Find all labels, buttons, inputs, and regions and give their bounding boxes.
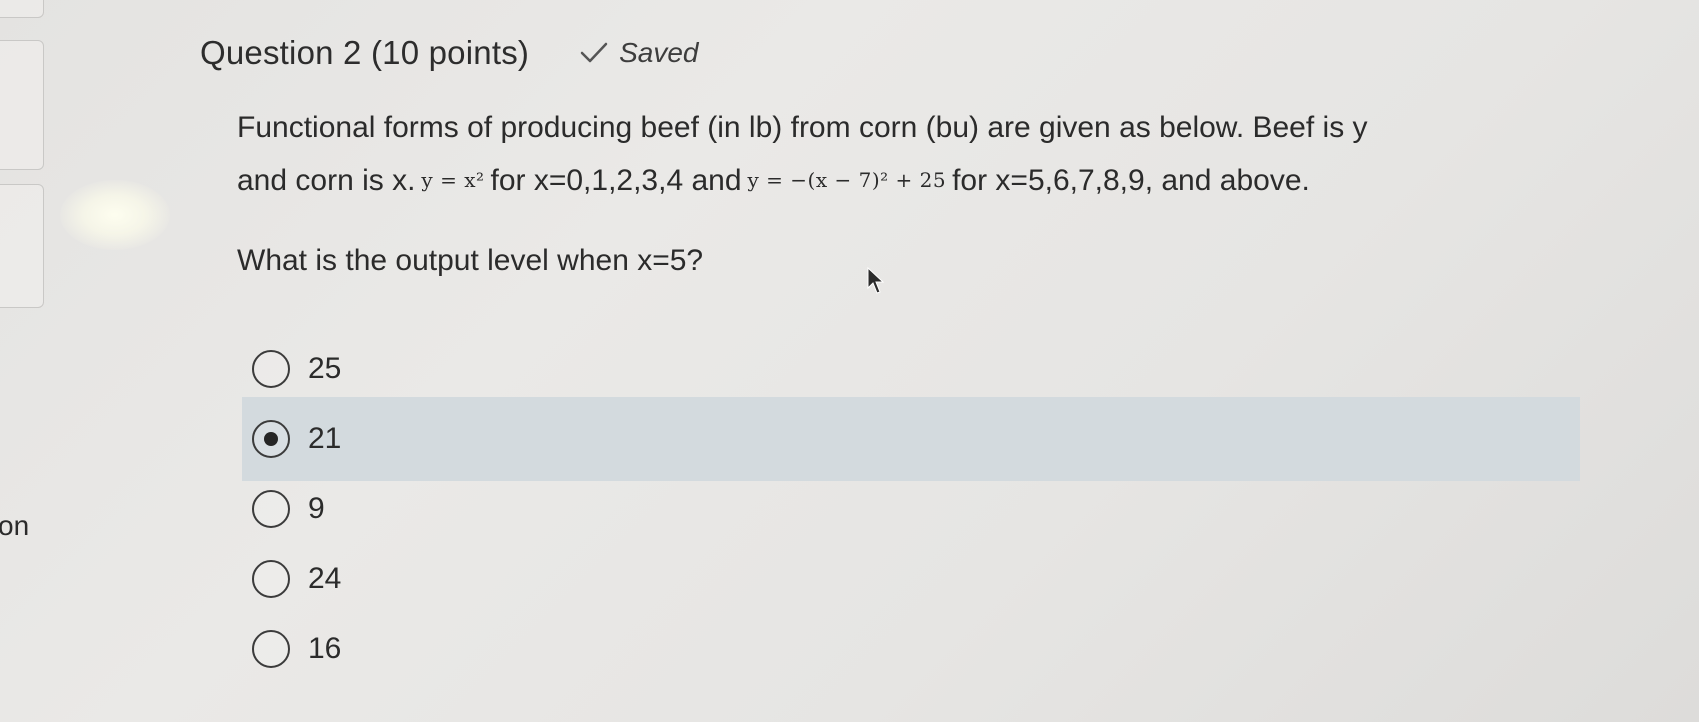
answer-option[interactable]: 25 bbox=[242, 334, 1582, 404]
radio-button[interactable] bbox=[252, 630, 290, 668]
question-text-line: and corn is x. y = x² for x=0,1,2,3,4 and y… bbox=[237, 154, 1607, 207]
sidebar-partial-label: on bbox=[0, 510, 30, 541]
question-text: and corn is x. bbox=[237, 164, 416, 197]
answer-label: 21 bbox=[308, 422, 342, 455]
question-text: Functional forms of producing beef (in l… bbox=[237, 111, 1368, 144]
question-prompt: What is the output level when x=5? bbox=[237, 244, 704, 277]
saved-status: Saved bbox=[579, 37, 699, 69]
answer-option-selected[interactable]: 21 bbox=[242, 397, 1580, 481]
answer-label: 16 bbox=[308, 632, 342, 665]
radio-button[interactable] bbox=[252, 350, 290, 388]
radio-button[interactable] bbox=[252, 560, 290, 598]
answer-option[interactable]: 16 bbox=[242, 614, 1582, 684]
question-text: for x=5,6,7,8,9, and above. bbox=[952, 164, 1310, 197]
screen-glare bbox=[60, 180, 170, 250]
mouse-cursor-icon bbox=[867, 266, 885, 294]
radio-dot-icon bbox=[264, 432, 278, 446]
formula-quadratic: y = x² bbox=[421, 168, 485, 192]
answer-option[interactable]: 24 bbox=[242, 544, 1582, 614]
answer-option[interactable]: 9 bbox=[242, 474, 1582, 544]
answer-label: 9 bbox=[308, 492, 325, 525]
sidebar-card bbox=[0, 0, 44, 18]
sidebar-question-card[interactable]: ʼ ⁄ bbox=[0, 184, 44, 308]
checkmark-icon bbox=[580, 42, 608, 63]
radio-button-checked[interactable] bbox=[252, 420, 290, 458]
question-text: for x=0,1,2,3,4 and bbox=[490, 164, 742, 197]
question-body: Functional forms of producing beef (in l… bbox=[237, 102, 1607, 207]
question-title: Question 2 (10 points) bbox=[200, 34, 530, 71]
answer-label: 25 bbox=[308, 352, 342, 385]
question-header: Question 2 (10 points) Saved bbox=[200, 34, 699, 72]
saved-label: Saved bbox=[619, 37, 699, 68]
question-text-line: Functional forms of producing beef (in l… bbox=[237, 102, 1607, 154]
formula-shifted-quadratic: y = −(x − 7)² + 25 bbox=[747, 168, 947, 192]
answer-label: 24 bbox=[308, 562, 342, 595]
radio-button[interactable] bbox=[252, 490, 290, 528]
sidebar-question-card[interactable]: ʼ ⁄ bbox=[0, 40, 44, 170]
answer-options: 25 21 9 24 16 bbox=[242, 334, 1582, 684]
